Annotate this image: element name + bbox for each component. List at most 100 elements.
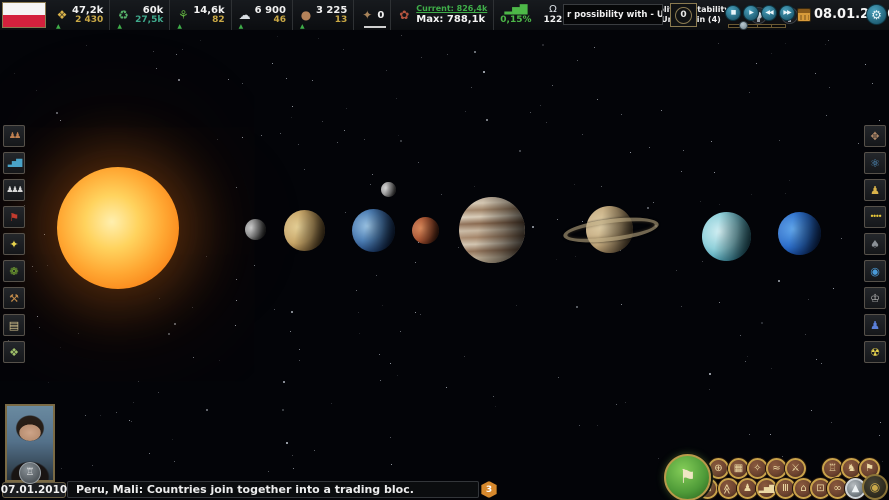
government-badge[interactable]: ♖ xyxy=(19,462,41,484)
right-menu-world-map[interactable]: ◉ xyxy=(864,260,886,282)
menu-icon: ☢ xyxy=(870,347,880,358)
resource-compass: ✦ 0 xyxy=(354,0,391,30)
calendar-icon xyxy=(797,8,811,22)
resource-value: 14,6k xyxy=(193,5,224,16)
time-control-icon: ▶▶ xyxy=(783,10,790,16)
menu-icon: ▤ xyxy=(9,320,19,331)
left-menu-politics-protest[interactable]: ⚑ xyxy=(3,206,25,228)
growth-value: 0,15% xyxy=(500,16,531,26)
left-menu-industry[interactable]: ⚒ xyxy=(3,287,25,309)
right-menu-government-officials[interactable]: ♔ xyxy=(864,287,886,309)
trend-up-icon: ▲ xyxy=(177,23,182,30)
event-counter-button[interactable]: 0 xyxy=(670,3,697,27)
gear-icon: ⚙ xyxy=(871,9,882,21)
settings-button[interactable]: ⚙ xyxy=(866,4,887,25)
left-menu-demographics[interactable]: ♟♟ xyxy=(3,125,25,147)
moon xyxy=(381,182,396,197)
world-overview-button[interactable]: ◉ xyxy=(862,474,888,500)
action-technology[interactable]: ▦ xyxy=(728,458,749,479)
planet-uranus xyxy=(702,212,751,261)
action-icon: ♖ xyxy=(828,464,837,474)
resource-icon: ⚘ xyxy=(176,9,190,21)
game-speed-knob[interactable] xyxy=(739,21,748,30)
time-control-pause[interactable]: ▮▮ xyxy=(725,5,741,21)
action-icon: ✧ xyxy=(753,464,761,474)
time-control-icon: ▮▮ xyxy=(731,10,736,16)
left-menu-population[interactable]: ♟♟♟ xyxy=(3,179,25,201)
action-space-program[interactable]: ✧ xyxy=(747,458,768,479)
event-ticker[interactable]: r possibility with - Ukraine xyxy=(563,4,663,25)
resource-emissions: ☁ 6 900 46 ▲ xyxy=(232,0,293,30)
action-icon: ⊡ xyxy=(816,484,824,494)
left-menu-achievements-laurel[interactable]: ❁ xyxy=(3,260,25,282)
time-control-rewind[interactable]: ◀◀ xyxy=(761,5,777,21)
action-communications[interactable]: ⊕ xyxy=(708,458,729,479)
action-icon: ♞ xyxy=(847,464,856,474)
time-control-icon: ◀◀ xyxy=(765,10,772,16)
menu-icon: ♔ xyxy=(870,293,880,304)
action-infrastructure[interactable]: ≈ xyxy=(766,458,787,479)
action-assembly[interactable]: ♖ xyxy=(822,458,843,479)
compass-underline xyxy=(364,26,386,28)
primary-action-button[interactable]: ⚑ xyxy=(664,454,711,500)
action-icon: ≫ xyxy=(724,483,734,493)
menu-icon: ⚛ xyxy=(870,158,880,169)
menu-icon: ♟♟ xyxy=(9,132,19,140)
audience-icon: Ω xyxy=(549,5,557,15)
action-personnel[interactable]: ♟ xyxy=(737,478,758,499)
time-control-fast-forward[interactable]: ▶▶ xyxy=(779,5,795,21)
action-icon: ▲ xyxy=(852,484,860,494)
resource-subvalue: 46 xyxy=(273,16,286,26)
right-menu-relations-network[interactable]: ⚛ xyxy=(864,152,886,174)
budget-group: ✿ Current: 826,4k Max: 788,1k xyxy=(391,0,494,30)
action-military-ranks[interactable]: ≫ xyxy=(718,478,739,499)
planet-mars xyxy=(412,217,439,244)
action-military[interactable]: ⚔ xyxy=(785,458,806,479)
bank-building-icon: ♖ xyxy=(26,468,35,478)
menu-icon: ✥ xyxy=(870,131,879,142)
trend-up-icon: ▲ xyxy=(56,23,61,30)
action-icon: ▦ xyxy=(734,464,743,474)
action-icon: ⚔ xyxy=(791,464,800,474)
resource-value: 60k xyxy=(143,5,164,16)
menu-icon: ♟♟♟ xyxy=(6,186,22,194)
country-flag-poland[interactable] xyxy=(2,2,46,28)
news-ticker-bar[interactable]: Peru, Mali: Countries join together into… xyxy=(67,481,479,498)
right-menu-economy-advisor[interactable]: ♟ xyxy=(864,314,886,336)
menu-icon: ⚑ xyxy=(9,212,19,223)
right-menu-trade[interactable]: ♟ xyxy=(864,179,886,201)
resource-value: 6 900 xyxy=(255,5,286,16)
left-menu-laws-scroll[interactable]: ▤ xyxy=(3,314,25,336)
news-ticker-text: Peru, Mali: Countries join together into… xyxy=(76,483,414,496)
menu-icon: ❖ xyxy=(9,347,19,358)
right-menu-military-nuclear[interactable]: ☢ xyxy=(864,341,886,363)
planet-mercury xyxy=(245,219,266,240)
growth-group: ▂▅▇ 0,15% xyxy=(494,0,537,30)
audience-value: 122 xyxy=(544,16,563,26)
menu-icon: ♠ xyxy=(870,239,880,250)
flag-red-stripe xyxy=(3,15,45,27)
right-menu-diplomacy-meeting[interactable]: ✥ xyxy=(864,125,886,147)
right-menu-more-options[interactable]: •••• xyxy=(864,206,886,228)
time-control-play[interactable]: ▶ xyxy=(743,5,759,21)
action-icon: ▂▅▇ xyxy=(759,485,774,493)
sun xyxy=(57,167,179,289)
left-menu-research-ideas[interactable]: ✦ xyxy=(3,233,25,255)
resource-icon: ☁ xyxy=(238,9,252,21)
globe-eye-icon: ◉ xyxy=(870,481,880,493)
menu-icon: •••• xyxy=(870,213,881,221)
action-statistics[interactable]: ▂▅▇ xyxy=(756,478,777,499)
right-menu-espionage[interactable]: ♠ xyxy=(864,233,886,255)
resource-money: ❖ 47,2k 2 430 ▲ xyxy=(49,0,110,30)
game-speed-slider[interactable] xyxy=(728,24,786,28)
flag-white-stripe xyxy=(3,3,45,15)
left-menu-finance[interactable]: ❖ xyxy=(3,341,25,363)
left-menu-economy-stats[interactable]: ▂▅▇ xyxy=(3,152,25,174)
flag-hand-icon: ⚑ xyxy=(679,468,696,487)
menu-icon: ⚒ xyxy=(9,293,19,304)
trend-up-icon: ▲ xyxy=(239,23,244,30)
action-icon: ∞ xyxy=(833,484,841,494)
budget-icon: ✿ xyxy=(397,9,411,21)
compass-value: 0 xyxy=(377,10,384,21)
planet-earth xyxy=(352,209,395,252)
